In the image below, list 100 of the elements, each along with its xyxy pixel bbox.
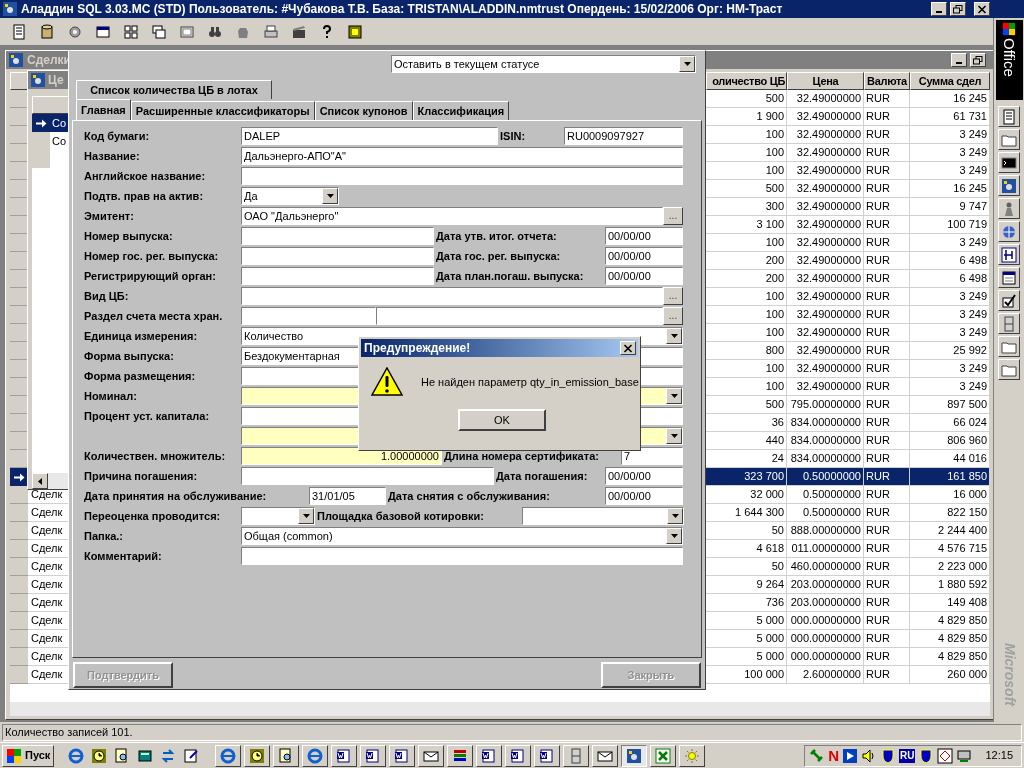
input-field[interactable]: 1.00000000 (241, 447, 442, 465)
table-row[interactable]: 500 32.49000000 RUR 16 245 (706, 90, 990, 108)
language-indicator[interactable]: RU (899, 748, 916, 763)
table-row[interactable]: 5 000 000.00000000 RUR 4 829 850 (706, 612, 990, 630)
office-bar-button[interactable] (998, 221, 1020, 242)
input-field[interactable]: ОАО "Дальэнерго" (241, 207, 663, 225)
office-bar-button[interactable] (998, 106, 1020, 127)
input-field[interactable] (241, 167, 683, 185)
input-field[interactable]: 31/01/05 (309, 487, 386, 505)
table-row[interactable]: 36 834.00000000 RUR 66 024 (706, 414, 990, 432)
table-row[interactable]: 3 100 32.49000000 RUR 100 719 (706, 216, 990, 234)
table-row[interactable]: 100 000 2.60000000 RUR 260 000 (706, 666, 990, 684)
table-row[interactable]: 50 460.00000000 RUR 2 223 000 (706, 558, 990, 576)
close-button[interactable] (974, 2, 990, 16)
table-row[interactable]: 100 32.49000000 RUR 3 249 (706, 378, 990, 396)
office-bar-button[interactable] (998, 129, 1020, 150)
table-row[interactable]: 736 203.00000000 RUR 149 408 (706, 594, 990, 612)
table-row[interactable]: 500 32.49000000 RUR 16 245 (706, 180, 990, 198)
minimize-button[interactable] (951, 53, 967, 67)
input-field[interactable] (241, 287, 663, 305)
dropdown-field[interactable] (241, 507, 315, 525)
office-bar-button[interactable] (998, 198, 1020, 219)
input-field[interactable]: 00/00/00 (605, 247, 683, 265)
table-row[interactable]: 440 834.00000000 RUR 806 960 (706, 432, 990, 450)
column-header[interactable]: Валюта (864, 72, 910, 90)
dropdown-field[interactable]: Общая (common) (241, 527, 683, 545)
office-bar-button[interactable] (998, 359, 1020, 380)
dropdown-field[interactable]: Да (241, 187, 339, 205)
horizontal-scrollbar[interactable] (10, 702, 990, 716)
restore-button[interactable] (950, 2, 966, 16)
arrow-icon (13, 472, 25, 482)
tab[interactable]: Главная (76, 99, 131, 120)
input-field[interactable] (241, 247, 434, 265)
input-field[interactable] (241, 547, 683, 565)
taskbar-button[interactable] (621, 744, 648, 767)
office-bar-button[interactable] (998, 267, 1020, 288)
input-field[interactable]: Дальэнерго-АПО"А" (241, 147, 683, 165)
table-row[interactable]: 100 32.49000000 RUR 3 249 (706, 126, 990, 144)
input-field[interactable] (241, 227, 434, 245)
close-button[interactable] (620, 341, 636, 355)
table-row[interactable]: 9 264 203.00000000 RUR 1 880 592 (706, 576, 990, 594)
table-row[interactable]: 5 000 000.00000000 RUR 4 829 850 (706, 648, 990, 666)
minimize-button[interactable] (931, 2, 947, 16)
table-row[interactable]: 323 700 0.50000000 RUR 161 850 (706, 468, 990, 486)
table-row[interactable]: 100 32.49000000 RUR 3 249 (706, 288, 990, 306)
sync-icon (160, 747, 177, 764)
start-button[interactable]: Пуск (2, 744, 55, 767)
browse-button[interactable]: ... (663, 307, 683, 325)
input-field[interactable] (241, 307, 376, 325)
browse-button[interactable]: ... (663, 287, 683, 305)
table-row[interactable]: 100 32.49000000 RUR 3 249 (706, 324, 990, 342)
tab[interactable]: Расширенные классификаторы (130, 101, 315, 120)
browse-button[interactable]: ... (663, 207, 683, 225)
table-row[interactable]: 200 32.49000000 RUR 6 498 (706, 252, 990, 270)
input-field[interactable] (241, 267, 434, 285)
table-row[interactable]: 300 32.49000000 RUR 9 747 (706, 198, 990, 216)
office-bar-button[interactable] (998, 152, 1020, 173)
dropdown-field[interactable] (522, 507, 684, 525)
table-row[interactable]: 4 618 011.00000000 RUR 4 576 715 (706, 540, 990, 558)
table-row[interactable]: 100 32.49000000 RUR 3 249 (706, 306, 990, 324)
table-row[interactable]: 1 900 32.49000000 RUR 61 731 (706, 108, 990, 126)
input-field[interactable]: 00/00/00 (605, 487, 683, 505)
column-header[interactable]: Цена (787, 72, 864, 90)
office-bar-button[interactable] (998, 244, 1020, 265)
input-field[interactable]: 00/00/00 (605, 227, 683, 245)
tab[interactable]: Классификация (412, 101, 510, 120)
input-field[interactable]: DALEP (241, 127, 498, 145)
tab[interactable]: Список купонов (314, 101, 413, 120)
table-row[interactable]: 100 32.49000000 RUR 3 249 (706, 360, 990, 378)
ok-button[interactable]: OK (458, 409, 546, 431)
table-row[interactable]: 50 888.00000000 RUR 2 244 400 (706, 522, 990, 540)
office-bar-button[interactable] (998, 290, 1020, 311)
table-row[interactable]: 500 795.00000000 RUR 897 500 (706, 396, 990, 414)
restore-button[interactable] (970, 53, 986, 67)
table-row[interactable]: 200 32.49000000 RUR 6 498 (706, 270, 990, 288)
table-row[interactable]: 1 644 300 0.50000000 RUR 822 150 (706, 504, 990, 522)
table-row[interactable]: 100 32.49000000 RUR 3 249 (706, 144, 990, 162)
input-field[interactable] (241, 467, 494, 485)
input-field[interactable]: 7 (621, 447, 683, 465)
table-row[interactable]: 32 000 0.50000000 RUR 16 000 (706, 486, 990, 504)
browser-icon (68, 747, 85, 764)
table-row[interactable]: 5 000 000.00000000 RUR 4 829 850 (706, 630, 990, 648)
input-field[interactable]: 00/00/00 (605, 467, 683, 485)
column-header[interactable]: оличество ЦБ (706, 72, 787, 90)
table-row[interactable]: 100 32.49000000 RUR 3 249 (706, 162, 990, 180)
office-bar-button[interactable] (998, 313, 1020, 334)
tab[interactable]: Список количества ЦБ в лотах (76, 80, 272, 99)
input-field[interactable]: RU0009097927 (564, 127, 683, 145)
table-row[interactable]: 800 32.49000000 RUR 25 992 (706, 342, 990, 360)
scroll-left-button[interactable] (32, 473, 48, 489)
column-header[interactable]: Сумма сдел (910, 72, 990, 90)
office-bar-button[interactable] (998, 336, 1020, 357)
office-bar-button[interactable] (998, 175, 1020, 196)
document-icon (11, 23, 27, 40)
table-row[interactable]: 100 32.49000000 RUR 3 249 (706, 234, 990, 252)
input-field[interactable] (376, 307, 663, 325)
table-row[interactable]: 24 834.00000000 RUR 44 016 (706, 450, 990, 468)
status-dropdown[interactable]: Оставить в текущем статусе (391, 55, 696, 73)
checklist-icon (1001, 292, 1017, 309)
input-field[interactable]: 00/00/00 (605, 267, 683, 285)
